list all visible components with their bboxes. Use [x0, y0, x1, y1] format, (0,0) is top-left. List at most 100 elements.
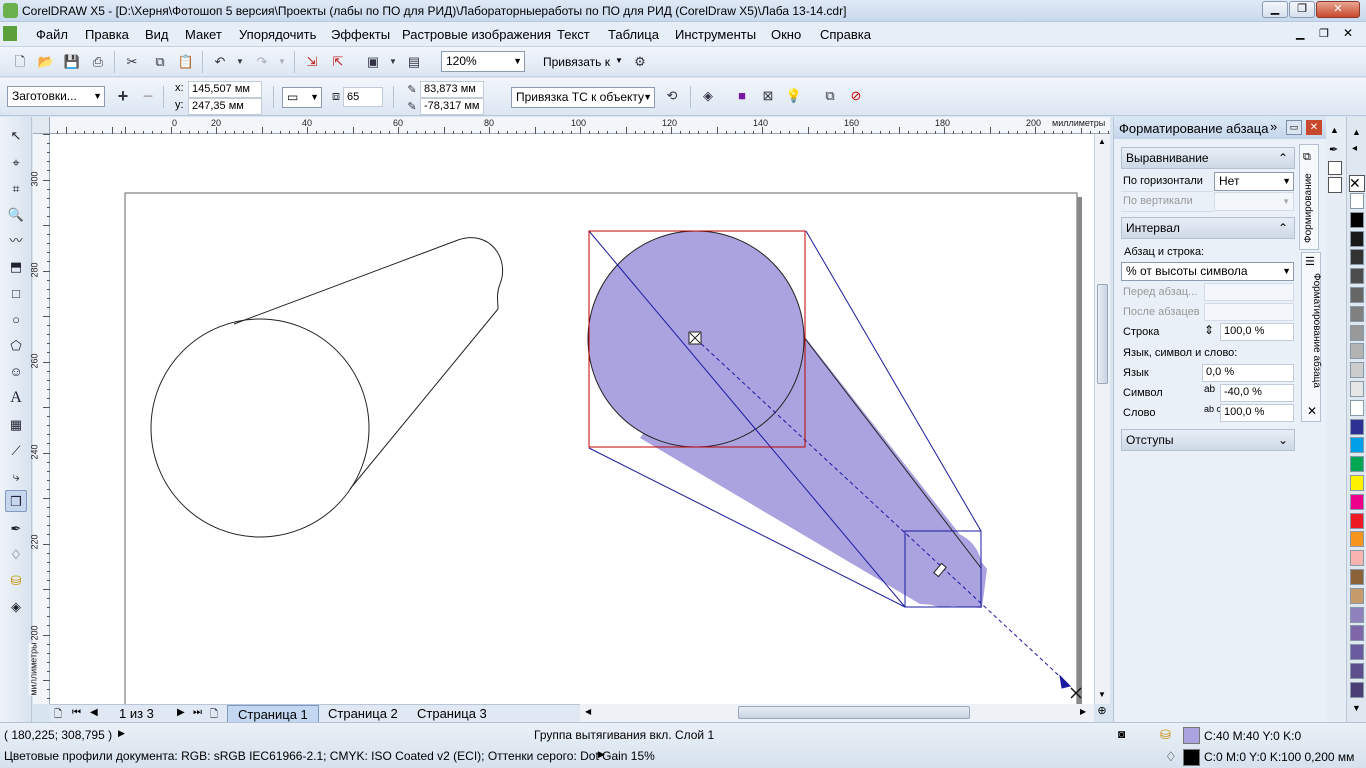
color-swatch[interactable]: [1350, 324, 1364, 341]
launcher-dropdown-icon[interactable]: ▼: [383, 52, 403, 72]
rectangle-tool-icon[interactable]: □: [5, 283, 27, 305]
lighting-icon[interactable]: 💡: [784, 86, 804, 106]
snap-dropdown-icon[interactable]: ▼: [615, 56, 623, 65]
interactive-fill-icon[interactable]: ◈: [5, 596, 27, 618]
menu-tools[interactable]: Инструменты: [675, 27, 756, 42]
menu-bitmaps[interactable]: Растровые изображения: [402, 27, 551, 42]
minimize-button[interactable]: ▁: [1262, 1, 1288, 18]
color-swatch[interactable]: [1350, 193, 1364, 209]
horizontal-scroll-thumb[interactable]: [738, 706, 970, 719]
add-preset-icon[interactable]: +: [113, 86, 133, 106]
white-swatch[interactable]: [1328, 177, 1342, 193]
scroll-down-icon[interactable]: ▼: [1098, 690, 1106, 699]
vertical-scroll-thumb[interactable]: [1097, 284, 1108, 384]
y-position-input[interactable]: 247,35 мм: [188, 98, 262, 115]
ellipse-tool-icon[interactable]: ○: [5, 309, 27, 331]
outline-tool-icon[interactable]: ♢: [5, 544, 27, 566]
vertical-scrollbar[interactable]: ▲ ▼: [1094, 134, 1110, 704]
menu-layout[interactable]: Макет: [185, 27, 222, 42]
smart-fill-icon[interactable]: ⬒: [5, 256, 27, 278]
menu-arrange[interactable]: Упорядочить: [239, 27, 316, 42]
tab-page-2[interactable]: Страница 2: [318, 705, 408, 723]
welcome-screen-icon[interactable]: ▤: [404, 52, 424, 72]
x-position-input[interactable]: 145,507 мм: [188, 81, 262, 98]
first-page-icon[interactable]: ⏮: [72, 707, 81, 718]
color-swatch[interactable]: [1350, 644, 1364, 661]
tab-shaping[interactable]: ⧉ Формирование: [1299, 144, 1319, 250]
menu-edit[interactable]: Правка: [85, 27, 129, 42]
color-swatch[interactable]: [1350, 550, 1364, 567]
drawing-canvas[interactable]: [50, 134, 1094, 704]
color-swatch[interactable]: [1350, 343, 1364, 360]
paste-icon[interactable]: 📋: [176, 52, 196, 72]
outline-color-swatch[interactable]: [1183, 749, 1200, 766]
palette-up-icon[interactable]: ▲: [1352, 127, 1361, 137]
bevel-icon[interactable]: ◈: [698, 86, 718, 106]
menu-file[interactable]: Файл: [36, 27, 68, 42]
color-swatch[interactable]: [1350, 437, 1364, 454]
color-swatch[interactable]: [1350, 587, 1364, 604]
application-launcher-icon[interactable]: ▣: [363, 52, 383, 72]
tab-paragraph-formatting[interactable]: ☰ Форматирование абзаца: [1301, 252, 1322, 422]
extrusion-bevel-icon[interactable]: ⊠: [758, 86, 778, 106]
close-tab-icon[interactable]: ✕: [1307, 404, 1317, 418]
tab-page-1[interactable]: Страница 1: [227, 705, 319, 723]
doc-min-icon[interactable]: ▁: [1296, 27, 1304, 40]
print-icon[interactable]: ⎙: [88, 52, 108, 72]
menu-text[interactable]: Текст: [557, 27, 590, 42]
doc-close-icon[interactable]: ✕: [1343, 26, 1353, 40]
save-icon[interactable]: 💾: [62, 52, 82, 72]
last-page-icon[interactable]: ⏭: [193, 707, 202, 718]
fill-tool-icon[interactable]: ⛁: [5, 570, 27, 592]
profiles-expand-icon[interactable]: ▶: [598, 749, 605, 760]
import-icon[interactable]: ⇲: [302, 52, 322, 72]
undo-dropdown-icon[interactable]: ▼: [230, 52, 250, 72]
maximize-button[interactable]: ❐: [1289, 1, 1315, 18]
pick-tool-icon[interactable]: ↖: [5, 125, 27, 147]
redo-dropdown-icon[interactable]: ▼: [272, 52, 292, 72]
palette-menu-icon[interactable]: ◂: [1352, 143, 1357, 154]
color-swatch[interactable]: [1350, 456, 1364, 473]
text-tool-icon[interactable]: A: [5, 387, 27, 409]
redo-icon[interactable]: ↷: [252, 52, 272, 72]
undo-icon[interactable]: ↶: [210, 52, 230, 72]
vanishing-point-x-input[interactable]: 83,873 мм: [420, 81, 484, 98]
vertical-ruler[interactable]: 300 280 260 240 220 200 миллиметры: [28, 134, 50, 704]
color-swatch[interactable]: [1350, 475, 1364, 491]
dimension-tool-icon[interactable]: ⟋: [5, 440, 27, 462]
snap-to-button[interactable]: Привязать к: [543, 55, 610, 69]
word-spacing-input[interactable]: 100,0 %: [1220, 404, 1294, 422]
color-swatch[interactable]: [1350, 606, 1364, 623]
color-swatch[interactable]: [1350, 399, 1364, 416]
drawing-svg[interactable]: [50, 134, 1094, 704]
color-swatch[interactable]: [1350, 625, 1364, 642]
color-swatch[interactable]: [1350, 287, 1364, 303]
color-swatch[interactable]: [1350, 230, 1364, 247]
color-swatch[interactable]: [1350, 305, 1364, 322]
table-tool-icon[interactable]: ▦: [5, 414, 27, 436]
char-spacing-input[interactable]: -40,0 %: [1220, 384, 1294, 402]
spacing-unit-select[interactable]: % от высоты символа ▼: [1121, 262, 1294, 281]
doc-restore-icon[interactable]: ❐: [1319, 27, 1329, 40]
palette-scroll-up-icon[interactable]: ▲: [1330, 125, 1339, 135]
polygon-tool-icon[interactable]: ⬠: [5, 335, 27, 357]
prev-page-icon[interactable]: ◀: [90, 707, 98, 718]
tab-page-3[interactable]: Страница 3: [407, 705, 497, 723]
color-swatch[interactable]: [1350, 512, 1364, 529]
remove-preset-icon[interactable]: −: [138, 86, 158, 106]
color-swatch[interactable]: [1350, 531, 1364, 548]
preset-select[interactable]: Заготовки... ▼: [7, 86, 105, 107]
menu-view[interactable]: Вид: [145, 27, 169, 42]
vanishing-point-y-input[interactable]: -78,317 мм: [420, 98, 484, 115]
menu-window[interactable]: Окно: [771, 27, 801, 42]
color-swatch[interactable]: [1350, 681, 1364, 698]
scroll-left-icon[interactable]: ◀: [585, 707, 591, 716]
color-swatch[interactable]: [1350, 362, 1364, 379]
crop-tool-icon[interactable]: ⌗: [5, 178, 27, 200]
clear-extrusion-icon[interactable]: ⊘: [846, 86, 866, 106]
extrusion-color-icon[interactable]: ■: [732, 86, 752, 106]
color-swatch[interactable]: [1350, 418, 1364, 435]
ruler-origin[interactable]: [33, 117, 50, 134]
export-icon[interactable]: ⇱: [328, 52, 348, 72]
color-swatch[interactable]: [1350, 569, 1364, 585]
